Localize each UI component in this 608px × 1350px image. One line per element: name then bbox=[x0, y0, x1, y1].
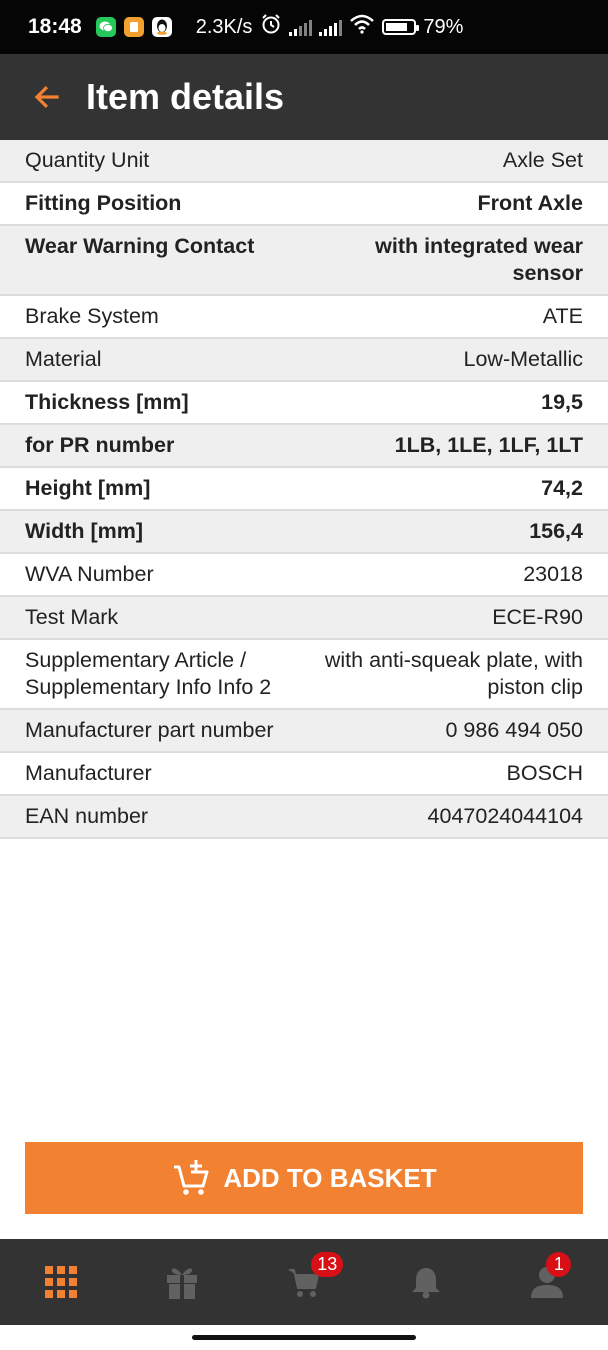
detail-value: with anti-squeak plate, with piston clip bbox=[324, 648, 583, 699]
detail-row-material: Material Low-Metallic bbox=[0, 339, 608, 382]
detail-value: BOSCH bbox=[506, 761, 583, 785]
wifi-icon bbox=[349, 14, 375, 40]
detail-row-wva-number: WVA Number 23018 bbox=[0, 554, 608, 597]
detail-value: ECE-R90 bbox=[492, 605, 583, 629]
detail-label: for PR number bbox=[25, 433, 175, 457]
detail-value: 19,5 bbox=[541, 390, 583, 414]
nav-item-notifications[interactable] bbox=[365, 1239, 487, 1325]
detail-row-ean-number: EAN number 4047024044104 bbox=[0, 796, 608, 839]
detail-label: WVA Number bbox=[25, 562, 154, 586]
detail-value: 74,2 bbox=[541, 476, 583, 500]
cart-plus-icon bbox=[174, 1160, 209, 1195]
detail-label: Fitting Position bbox=[25, 191, 182, 215]
detail-label: Manufacturer bbox=[25, 761, 152, 785]
nav-item-cart[interactable]: 13 bbox=[243, 1239, 365, 1325]
account-notification-badge: 1 bbox=[546, 1252, 572, 1277]
gesture-area bbox=[0, 1325, 608, 1350]
grid-icon bbox=[44, 1266, 77, 1298]
nav-item-catalog[interactable] bbox=[0, 1239, 122, 1325]
detail-label: Width [mm] bbox=[25, 519, 144, 543]
add-to-basket-button[interactable]: ADD TO BASKET bbox=[25, 1142, 583, 1214]
detail-value: Low-Metallic bbox=[463, 347, 583, 371]
detail-row-width: Width [mm] 156,4 bbox=[0, 511, 608, 554]
notes-notification-icon bbox=[123, 17, 144, 37]
gift-icon bbox=[167, 1268, 198, 1299]
signal-icon-sim1 bbox=[289, 18, 313, 36]
back-arrow-icon[interactable] bbox=[26, 76, 68, 118]
detail-label: Height [mm] bbox=[25, 476, 151, 500]
detail-row-pr-number: for PR number 1LB, 1LE, 1LF, 1LT bbox=[0, 425, 608, 468]
detail-value: 4047024044104 bbox=[427, 804, 583, 828]
detail-label: Manufacturer part number bbox=[25, 718, 274, 742]
page-title: Item details bbox=[86, 76, 285, 117]
battery-icon bbox=[382, 19, 420, 35]
home-indicator[interactable] bbox=[192, 1335, 416, 1340]
alarm-icon bbox=[260, 13, 282, 41]
status-bar: 18:48 2.3K/s 79% bbox=[0, 0, 608, 54]
detail-label: Brake System bbox=[25, 304, 159, 328]
detail-label: Thickness [mm] bbox=[25, 390, 189, 414]
qq-notification-icon bbox=[151, 17, 172, 37]
bottom-navigation: 13 1 bbox=[0, 1239, 608, 1325]
detail-row-fitting-position: Fitting Position Front Axle bbox=[0, 183, 608, 226]
nav-item-account[interactable]: 1 bbox=[486, 1239, 608, 1325]
detail-value: 156,4 bbox=[529, 519, 583, 543]
detail-row-supplementary-info: Supplementary Article / Supplementary In… bbox=[0, 640, 608, 710]
app-bar: Item details bbox=[0, 54, 608, 140]
signal-icon-sim2 bbox=[319, 18, 343, 36]
detail-label: Supplementary Article / Supplementary In… bbox=[25, 648, 272, 699]
detail-value: 1LB, 1LE, 1LF, 1LT bbox=[394, 433, 583, 457]
detail-row-manufacturer: Manufacturer BOSCH bbox=[0, 753, 608, 796]
detail-row-test-mark: Test Mark ECE-R90 bbox=[0, 597, 608, 640]
detail-label: Material bbox=[25, 347, 102, 371]
battery-level: 79% bbox=[423, 15, 464, 38]
detail-row-wear-warning-contact: Wear Warning Contact with integrated wea… bbox=[0, 226, 608, 296]
detail-row-thickness: Thickness [mm] 19,5 bbox=[0, 382, 608, 425]
detail-row-height: Height [mm] 74,2 bbox=[0, 468, 608, 511]
wechat-notification-icon bbox=[95, 17, 116, 37]
detail-value: 23018 bbox=[523, 562, 583, 586]
network-speed: 2.3K/s bbox=[195, 15, 253, 38]
detail-row-manufacturer-part-number: Manufacturer part number 0 986 494 050 bbox=[0, 710, 608, 753]
nav-item-offers[interactable] bbox=[122, 1239, 244, 1325]
detail-label: Wear Warning Contact bbox=[25, 234, 255, 258]
detail-label: Quantity Unit bbox=[25, 148, 150, 172]
detail-label: EAN number bbox=[25, 804, 149, 828]
status-time: 18:48 bbox=[28, 15, 82, 38]
detail-value: Front Axle bbox=[477, 191, 583, 215]
detail-row-quantity-unit: Quantity Unit Axle Set bbox=[0, 140, 608, 183]
add-to-basket-label: ADD TO BASKET bbox=[223, 1162, 437, 1193]
detail-value: with integrated wear sensor bbox=[375, 234, 583, 285]
detail-value: ATE bbox=[542, 304, 583, 328]
cart-count-badge: 13 bbox=[311, 1252, 344, 1277]
item-details-table: Quantity Unit Axle Set Fitting Position … bbox=[0, 140, 608, 839]
detail-value: Axle Set bbox=[502, 148, 583, 172]
detail-row-brake-system: Brake System ATE bbox=[0, 296, 608, 339]
bell-icon bbox=[411, 1268, 440, 1299]
detail-label: Test Mark bbox=[25, 605, 119, 629]
detail-value: 0 986 494 050 bbox=[445, 718, 584, 742]
